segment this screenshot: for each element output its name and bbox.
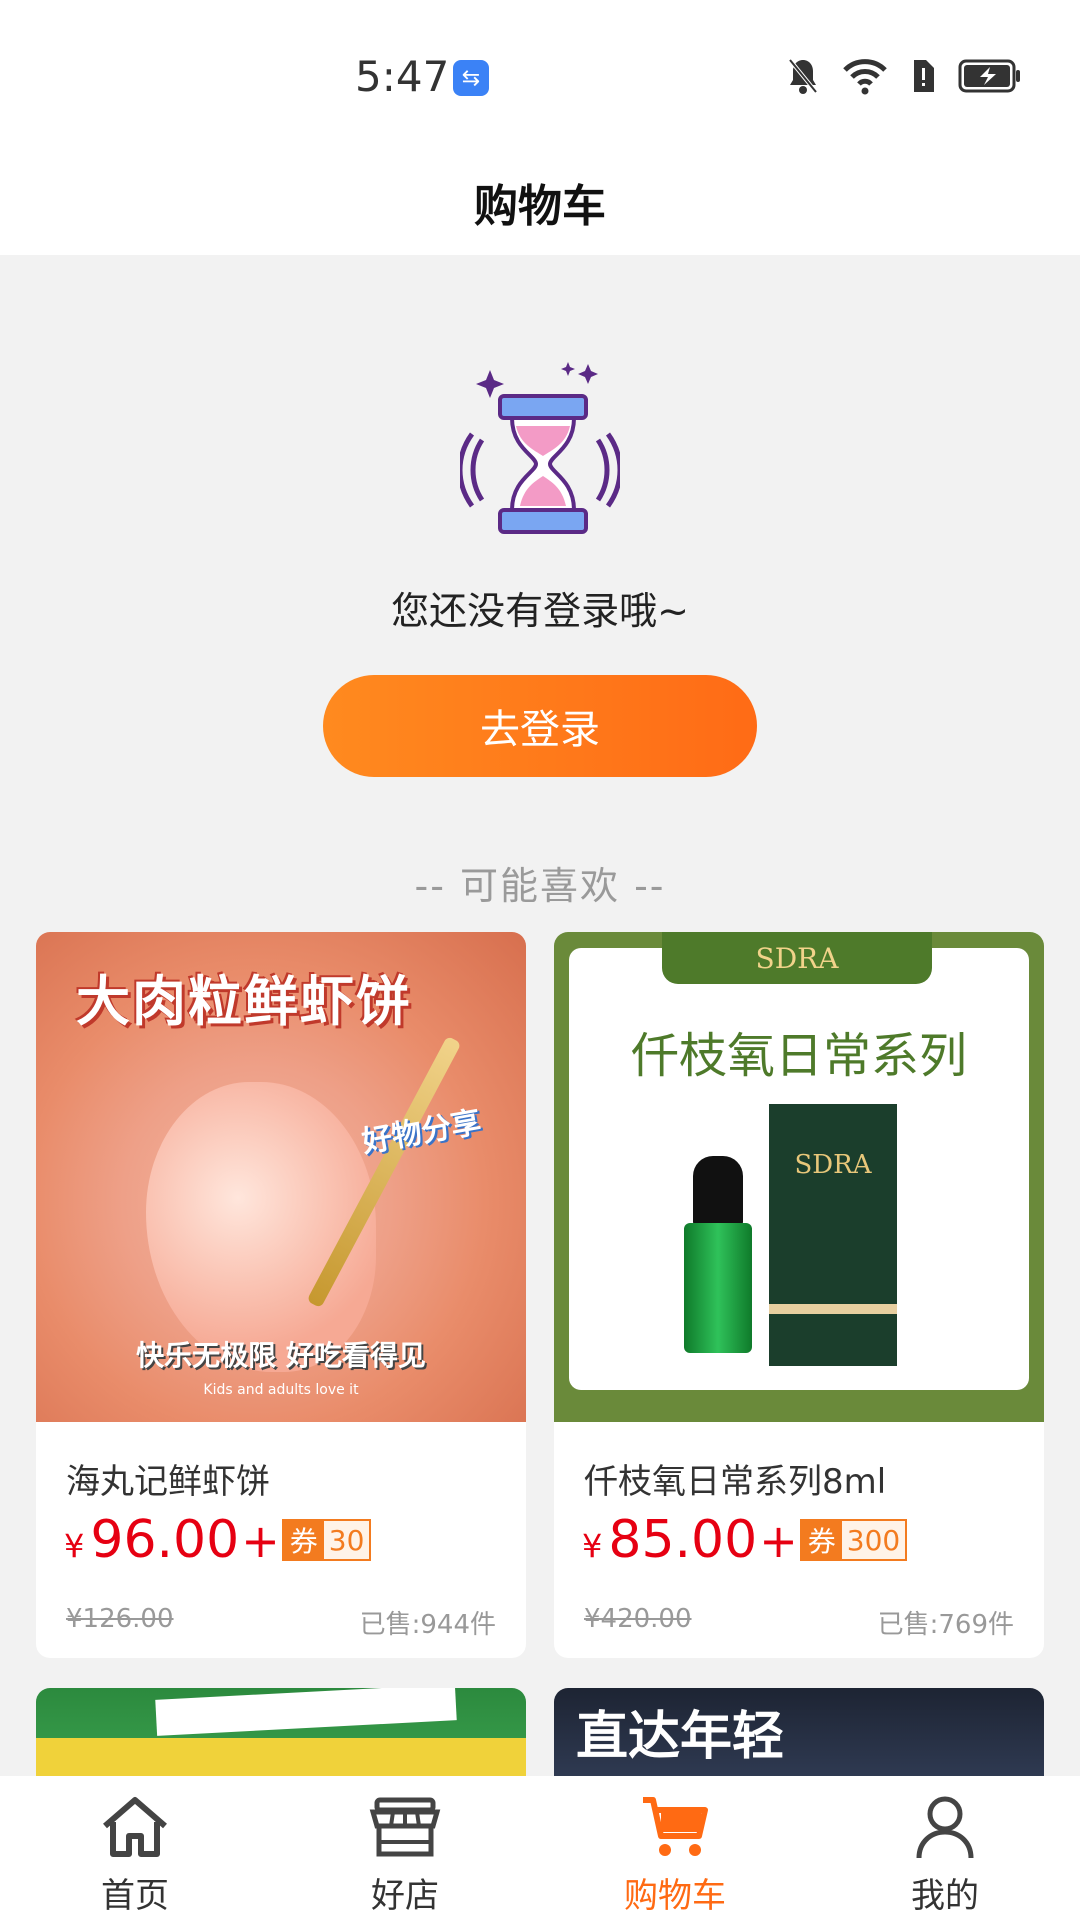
currency-symbol: ¥: [64, 1527, 85, 1565]
original-price: ¥420.00: [584, 1604, 692, 1634]
sold-label: 已售:: [359, 1610, 421, 1640]
tab-label: 好店: [371, 1876, 439, 1916]
price-plus: +: [241, 1514, 280, 1568]
store-icon: [367, 1792, 443, 1862]
shrimp-cake-image: [146, 1082, 376, 1372]
tab-home[interactable]: 首页: [0, 1776, 270, 1920]
product-name: 仟枝氧日常系列8ml: [584, 1462, 887, 1502]
bottom-tab-bar: 首页 好店 购物车 我的: [0, 1776, 1080, 1920]
product-card[interactable]: 仟枝氧日常系列 SDRA SDRA 仟枝氧日常系列8ml ¥ 85.00 + 券…: [554, 932, 1044, 1658]
tab-store[interactable]: 好店: [270, 1776, 540, 1920]
home-icon: [97, 1792, 173, 1862]
status-bar: 5:47 ⇆: [0, 0, 1080, 150]
box-band: [769, 1304, 897, 1314]
price-plus: +: [759, 1514, 798, 1568]
page-title: 购物车: [474, 181, 606, 232]
coupon-badge: 券 30: [281, 1519, 372, 1561]
image-banner-text: 大肉粒鲜虾饼: [76, 970, 412, 1033]
product-name: 海丸记鲜虾饼: [66, 1462, 270, 1502]
status-time: 5:47: [355, 52, 450, 101]
login-button[interactable]: 去登录: [323, 675, 757, 777]
bell-muted-icon: [786, 54, 820, 98]
tab-label: 首页: [101, 1876, 169, 1916]
coupon-label: 券: [283, 1521, 324, 1559]
product-price: 96.00: [90, 1510, 240, 1570]
coupon-value: 300: [841, 1521, 906, 1559]
sold-count: 已售: 769件: [878, 1604, 1014, 1641]
not-logged-in-message: 您还没有登录哦~: [391, 589, 689, 633]
wifi-icon: [842, 54, 888, 98]
currency-symbol: ¥: [582, 1527, 603, 1565]
cart-icon: [637, 1792, 713, 1862]
status-icons: [786, 54, 1022, 98]
sim-alert-icon: [910, 54, 936, 98]
dropper-cap-image: [693, 1156, 743, 1226]
image-title: 仟枝氧日常系列: [630, 1028, 967, 1084]
coupon-value: 30: [323, 1521, 370, 1559]
price-row: ¥ 96.00 + 券 30: [64, 1510, 372, 1570]
sold-count: 已售: 944件: [360, 1604, 496, 1641]
product-image[interactable]: 仟枝氧日常系列 SDRA SDRA: [554, 932, 1044, 1422]
image-slogan: 快乐无极限 好吃看得见: [136, 1339, 426, 1372]
coupon-badge: 券 300: [799, 1519, 908, 1561]
sold-value: 769件: [938, 1610, 1014, 1640]
tab-mine[interactable]: 我的: [810, 1776, 1080, 1920]
product-box-image: SDRA: [769, 1104, 897, 1366]
header: 购物车: [0, 150, 1080, 255]
product-price: 85.00: [608, 1510, 758, 1570]
tab-cart[interactable]: 购物车: [540, 1776, 810, 1920]
serum-bottle-image: [684, 1223, 752, 1353]
battery-icon: [958, 54, 1022, 98]
tab-label: 购物车: [624, 1876, 726, 1916]
recommend-section-title: -- 可能喜欢 --: [414, 864, 666, 908]
tab-label: 我的: [911, 1876, 979, 1916]
product-card-partial[interactable]: [36, 1688, 526, 1778]
box-brand-logo: SDRA: [794, 1150, 872, 1180]
image-sticker-text: 好物分享: [359, 1104, 484, 1161]
product-image[interactable]: 大肉粒鲜虾饼 好物分享 快乐无极限 好吃看得见 Kids and adults …: [36, 932, 526, 1422]
usb-icon: ⇆: [453, 60, 489, 96]
user-icon: [907, 1792, 983, 1862]
sold-label: 已售:: [877, 1610, 939, 1640]
product-image-partial: [36, 1738, 526, 1778]
image-panel: 仟枝氧日常系列 SDRA: [569, 948, 1029, 1390]
brand-logo: SDRA: [662, 932, 932, 984]
product-card[interactable]: 大肉粒鲜虾饼 好物分享 快乐无极限 好吃看得见 Kids and adults …: [36, 932, 526, 1658]
packaging-image: [155, 1688, 457, 1736]
original-price: ¥126.00: [66, 1604, 174, 1634]
coupon-label: 券: [801, 1521, 842, 1559]
image-banner-text: 直达年轻: [576, 1707, 785, 1767]
hourglass-icon: [457, 360, 623, 540]
product-card-partial[interactable]: 直达年轻: [554, 1688, 1044, 1778]
image-slogan-sub: Kids and adults love it: [203, 1382, 359, 1398]
price-row: ¥ 85.00 + 券 300: [582, 1510, 908, 1570]
sold-value: 944件: [420, 1610, 496, 1640]
